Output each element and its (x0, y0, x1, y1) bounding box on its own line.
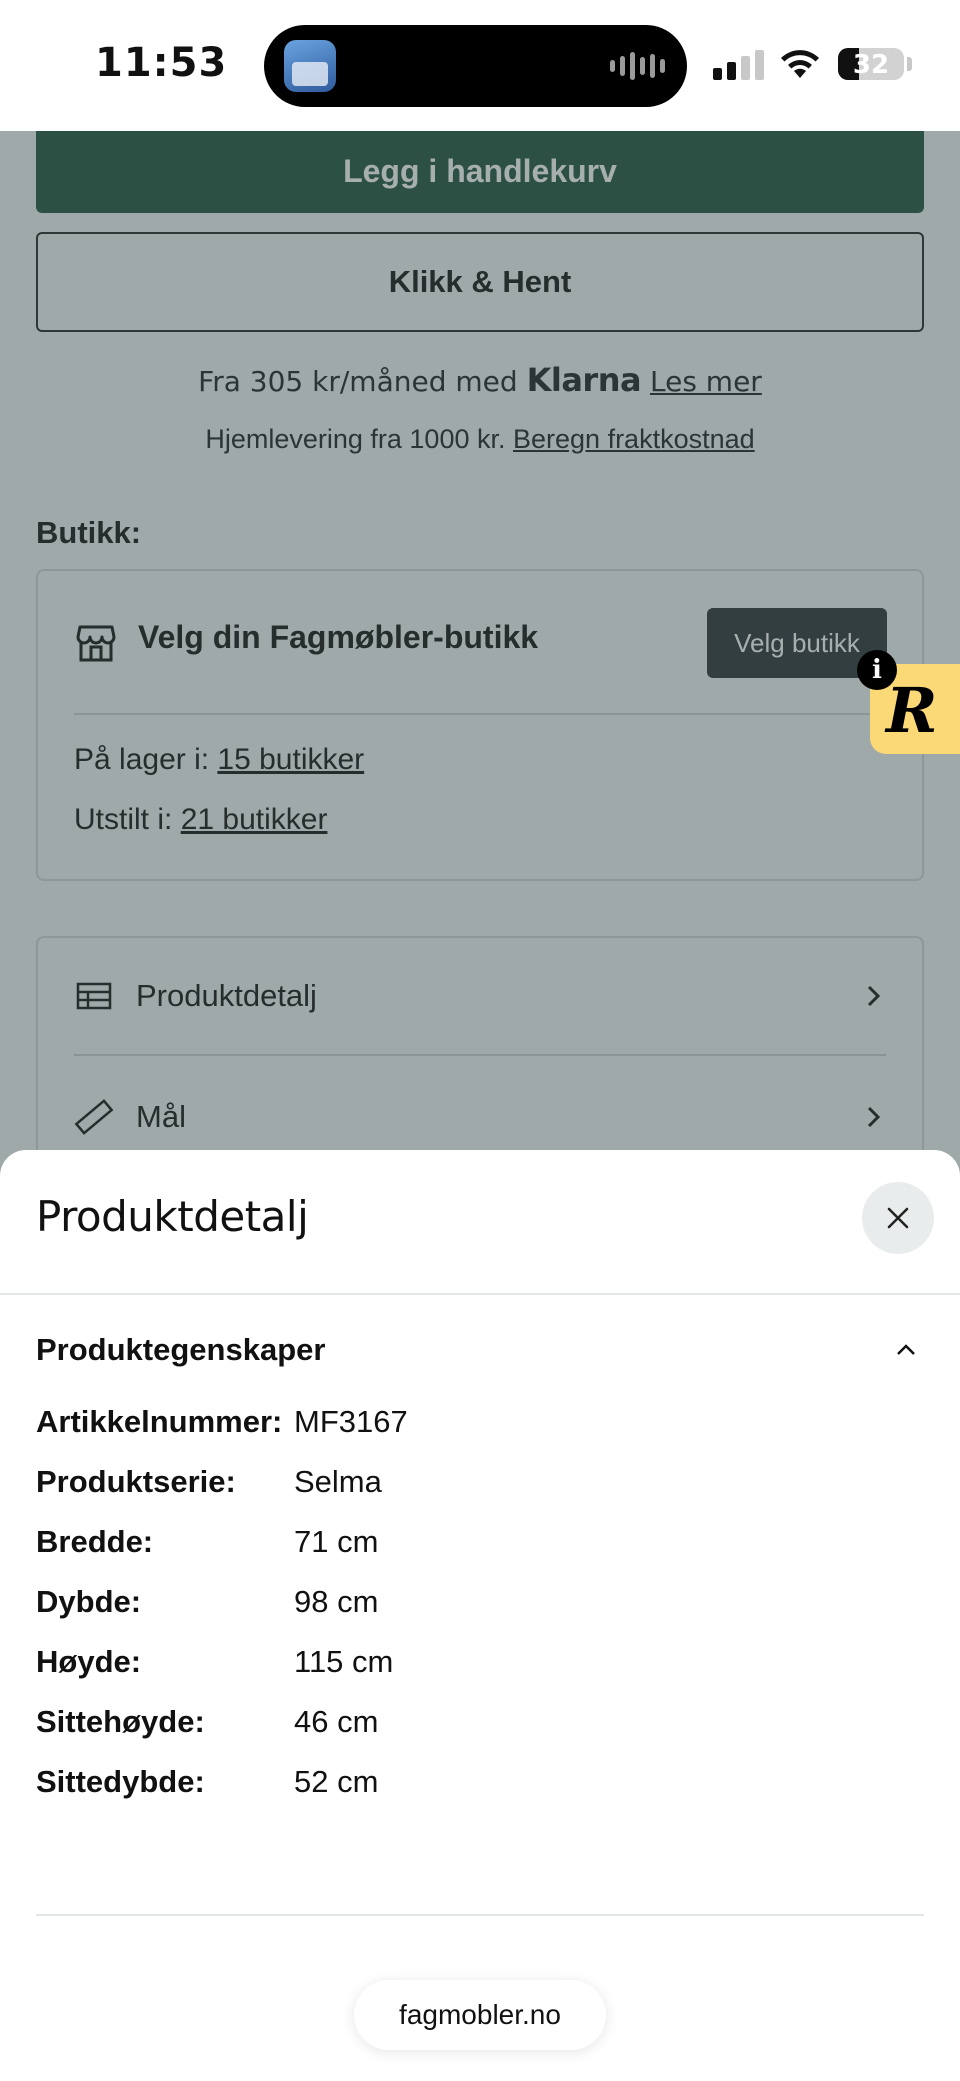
property-value: 46 cm (294, 1704, 379, 1739)
browser-url-bar[interactable]: fagmobler.no (354, 1980, 606, 2050)
property-label: Artikkelnummer: (36, 1404, 283, 1439)
property-label: Produktserie: (36, 1464, 236, 1499)
section-title-properties[interactable]: Produktegenskaper (36, 1332, 325, 1368)
close-button[interactable] (862, 1182, 934, 1254)
property-label: Høyde: (36, 1644, 142, 1679)
product-detail-sheet: Produktdetalj Produktegenskaper Artikkel… (0, 1150, 960, 2081)
app-thumbnail-icon (284, 40, 336, 92)
property-value: Selma (294, 1464, 382, 1499)
chevron-up-icon[interactable] (892, 1336, 920, 1364)
property-label: Sittedybde: (36, 1764, 205, 1799)
status-bar: 11:53 32 (0, 0, 960, 131)
battery-level: 32 (852, 50, 890, 80)
divider (0, 1293, 960, 1295)
property-value: 115 cm (294, 1644, 394, 1679)
property-value: MF3167 (294, 1404, 408, 1439)
reviews-r-logo-icon: R (886, 674, 938, 747)
status-time: 11:53 (95, 40, 228, 86)
close-icon (887, 1207, 909, 1229)
cellular-signal-icon (713, 50, 764, 80)
dynamic-island[interactable] (264, 25, 687, 107)
sheet-title: Produktdetalj (36, 1192, 309, 1241)
wifi-icon (781, 50, 819, 78)
info-icon[interactable]: i (857, 650, 897, 690)
property-value: 52 cm (294, 1764, 379, 1799)
divider (36, 1914, 924, 1916)
property-value: 98 cm (294, 1584, 379, 1619)
property-label: Dybde: (36, 1584, 142, 1619)
property-label: Bredde: (36, 1524, 154, 1559)
property-label: Sittehøyde: (36, 1704, 205, 1739)
audio-waveform-icon (610, 50, 665, 82)
property-value: 71 cm (294, 1524, 379, 1559)
battery-icon: 32 (838, 48, 904, 80)
battery-tip (907, 57, 912, 71)
